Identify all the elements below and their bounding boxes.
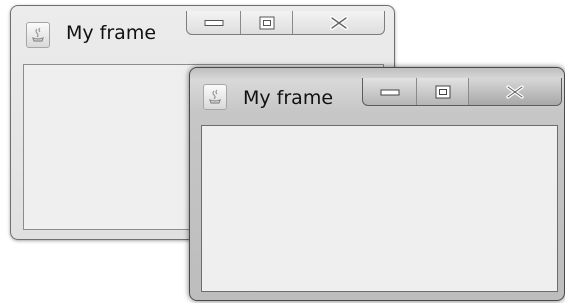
maximize-button[interactable] [241,11,293,34]
close-icon [506,84,524,99]
window-title: My frame [66,22,157,44]
caption-buttons [362,78,562,106]
caption-buttons [186,11,385,35]
front-window[interactable]: My frame [189,67,565,301]
window-title: My frame [243,87,334,109]
window-content-area [201,125,558,292]
java-cup-icon[interactable] [203,84,227,110]
close-icon [329,15,348,30]
minimize-icon [380,89,399,95]
maximize-icon [435,85,450,98]
minimize-icon [204,19,223,26]
minimize-button[interactable] [363,78,417,105]
close-button[interactable] [293,11,384,34]
maximize-icon [259,16,274,29]
close-button[interactable] [469,78,561,105]
java-cup-icon[interactable] [26,22,50,48]
minimize-button[interactable] [187,11,241,34]
maximize-button[interactable] [417,78,469,105]
